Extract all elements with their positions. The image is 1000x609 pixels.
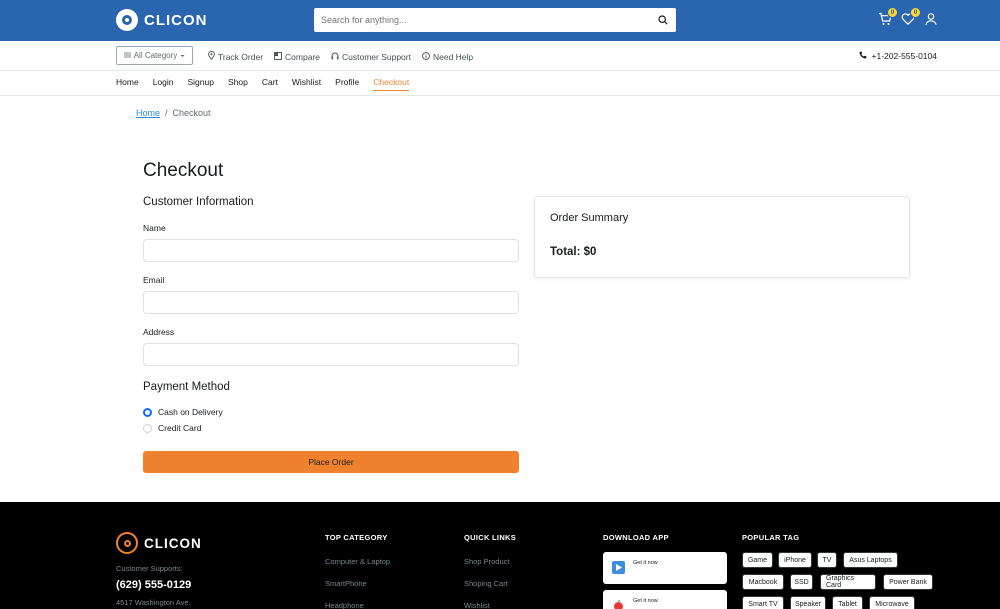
payment-method-heading: Payment Method [143, 381, 230, 393]
tag[interactable]: Graphics Card [820, 574, 876, 590]
nav-checkout[interactable]: Checkout [373, 77, 410, 91]
nav-login[interactable]: Login [153, 77, 174, 91]
footer-logo[interactable]: CLICON [116, 532, 202, 554]
email-field[interactable] [143, 291, 519, 314]
all-category-dropdown[interactable]: All Category [116, 46, 193, 65]
phone-contact[interactable]: +1-202-555-0104 [859, 51, 937, 61]
utility-links: Track Order Compare Customer Support Nee… [208, 51, 473, 62]
breadcrumb-home-link[interactable]: Home [136, 108, 160, 118]
footer-support-label: Customer Supports: [116, 564, 183, 573]
footer-quick-link[interactable]: Shoping Cart [464, 579, 508, 588]
logo-icon [116, 9, 138, 31]
top-bar: CLICON 0 0 [0, 0, 1000, 41]
headphone-icon [331, 52, 339, 62]
breadcrumb-current: Checkout [172, 108, 211, 118]
tag[interactable]: SSD [790, 574, 813, 590]
order-total: Total: $0 [550, 246, 597, 258]
brand-logo[interactable]: CLICON [116, 9, 208, 31]
nav-wishlist[interactable]: Wishlist [292, 77, 321, 91]
play-store-icon [612, 561, 625, 574]
phone-icon [859, 51, 867, 61]
search-input[interactable] [314, 8, 650, 32]
google-play-button[interactable]: Get it now [603, 552, 727, 584]
track-order-link[interactable]: Track Order [208, 51, 263, 62]
info-icon [422, 51, 430, 62]
download-app-heading: DOWNLOAD APP [603, 533, 669, 542]
tag[interactable]: iPhone [778, 552, 812, 568]
user-icon[interactable] [924, 12, 938, 26]
address-field[interactable] [143, 343, 519, 366]
category-label: All Category [133, 51, 178, 60]
tag[interactable]: Speaker [790, 596, 826, 609]
wishlist-count-badge: 0 [910, 7, 921, 18]
sub-header: All Category Track Order Compare Custome… [0, 41, 1000, 71]
quick-links-heading: QUICK LINKS [464, 533, 517, 542]
email-label: Email [143, 275, 165, 285]
main-nav: Home Login Signup Shop Cart Wishlist Pro… [0, 71, 1000, 96]
compare-link[interactable]: Compare [274, 51, 320, 62]
nav-profile[interactable]: Profile [335, 77, 359, 91]
nav-signup[interactable]: Signup [188, 77, 214, 91]
heart-icon[interactable]: 0 [901, 7, 921, 26]
tag[interactable]: Tablet [832, 596, 863, 609]
popular-tag-heading: POPULAR TAG [742, 533, 800, 542]
breadcrumb: Home / Checkout [136, 108, 211, 118]
name-label: Name [143, 223, 166, 233]
search-icon[interactable] [650, 8, 676, 32]
order-summary-card: Order Summary Total: $0 [534, 196, 910, 278]
place-order-button[interactable]: Place Order [143, 451, 519, 473]
page-title: Checkout [143, 160, 224, 181]
nav-shop[interactable]: Shop [228, 77, 248, 91]
nav-home[interactable]: Home [116, 77, 139, 91]
app-store-button[interactable]: Get it now [603, 590, 727, 609]
footer-quick-link[interactable]: Wishlist [464, 601, 490, 609]
brand-name: CLICON [144, 11, 208, 29]
top-category-heading: TOP CATEGORY [325, 533, 388, 542]
radio-cod[interactable] [143, 407, 152, 417]
phone-number: +1-202-555-0104 [871, 51, 937, 61]
payment-option-credit-card[interactable]: Credit Card [143, 423, 201, 433]
logo-icon [116, 532, 138, 554]
chevron-down-icon [180, 51, 185, 60]
app-button-label: Get it now [633, 560, 658, 566]
breadcrumb-separator: / [165, 108, 168, 118]
menu-icon [123, 51, 131, 60]
name-field[interactable] [143, 239, 519, 262]
address-label: Address [143, 327, 175, 337]
payment-option-label: Credit Card [158, 423, 202, 433]
payment-option-cod[interactable]: Cash on Delivery [143, 407, 223, 417]
tag[interactable]: Macbook [742, 574, 784, 590]
footer-address: 4517 Washington Ave. [116, 598, 191, 607]
cart-icon[interactable]: 0 [878, 7, 898, 26]
location-pin-icon [208, 51, 215, 62]
apple-icon [612, 599, 625, 609]
payment-option-label: Cash on Delivery [158, 407, 223, 417]
order-summary-title: Order Summary [550, 212, 629, 224]
customer-info-heading: Customer Information [143, 196, 254, 208]
footer-phone[interactable]: (629) 555-0129 [116, 579, 191, 591]
compare-icon [274, 51, 282, 62]
footer-quick-link[interactable]: Shop Product [464, 557, 509, 566]
footer: CLICON Customer Supports: (629) 555-0129… [0, 502, 1000, 609]
cart-count-badge: 0 [887, 7, 898, 18]
tag[interactable]: Asus Laptops [843, 552, 898, 568]
customer-support-link[interactable]: Customer Support [331, 51, 411, 62]
tag[interactable]: Smart TV [742, 596, 784, 609]
footer-category-link[interactable]: Headphone [325, 601, 364, 609]
header-actions: 0 0 [878, 7, 938, 26]
tag[interactable]: Power Bank [883, 574, 933, 590]
tag[interactable]: Game [742, 552, 773, 568]
radio-credit-card[interactable] [143, 423, 152, 433]
need-help-link[interactable]: Need Help [422, 51, 473, 62]
footer-category-link[interactable]: SmartPhone [325, 579, 367, 588]
search-bar [314, 8, 676, 32]
tag[interactable]: TV [817, 552, 837, 568]
nav-cart[interactable]: Cart [262, 77, 278, 91]
tag[interactable]: Microwave [869, 596, 915, 609]
footer-brand-name: CLICON [144, 535, 202, 551]
app-button-label: Get it now [633, 598, 658, 604]
footer-category-link[interactable]: Computer & Laptop [325, 557, 390, 566]
